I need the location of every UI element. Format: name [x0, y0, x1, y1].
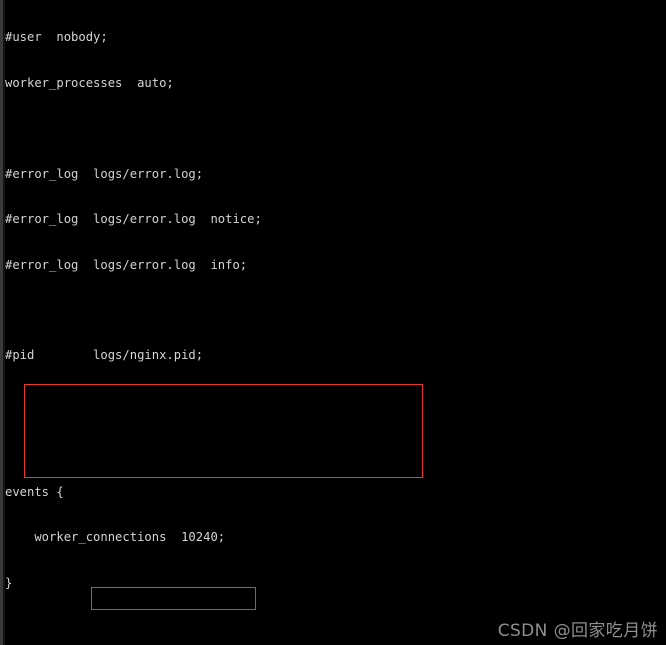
- code-line: #error_log logs/error.log info;: [5, 257, 248, 272]
- code-line: events {: [5, 484, 64, 499]
- code-line: worker_processes auto;: [5, 75, 174, 90]
- code-line: #error_log logs/error.log;: [5, 166, 204, 181]
- terminal-screen: #user nobody; worker_processes auto; #er…: [0, 0, 666, 645]
- code-line: #pid logs/nginx.pid;: [5, 348, 204, 363]
- code-line: #user nobody;: [5, 30, 108, 45]
- code-line: }: [5, 575, 13, 590]
- code-line: worker_connections 10240;: [5, 530, 226, 545]
- code-line: #error_log logs/error.log notice;: [5, 212, 262, 227]
- csdn-watermark: CSDN @回家吃月饼: [497, 621, 658, 641]
- nginx-config-text[interactable]: #user nobody; worker_processes auto; #er…: [5, 0, 661, 645]
